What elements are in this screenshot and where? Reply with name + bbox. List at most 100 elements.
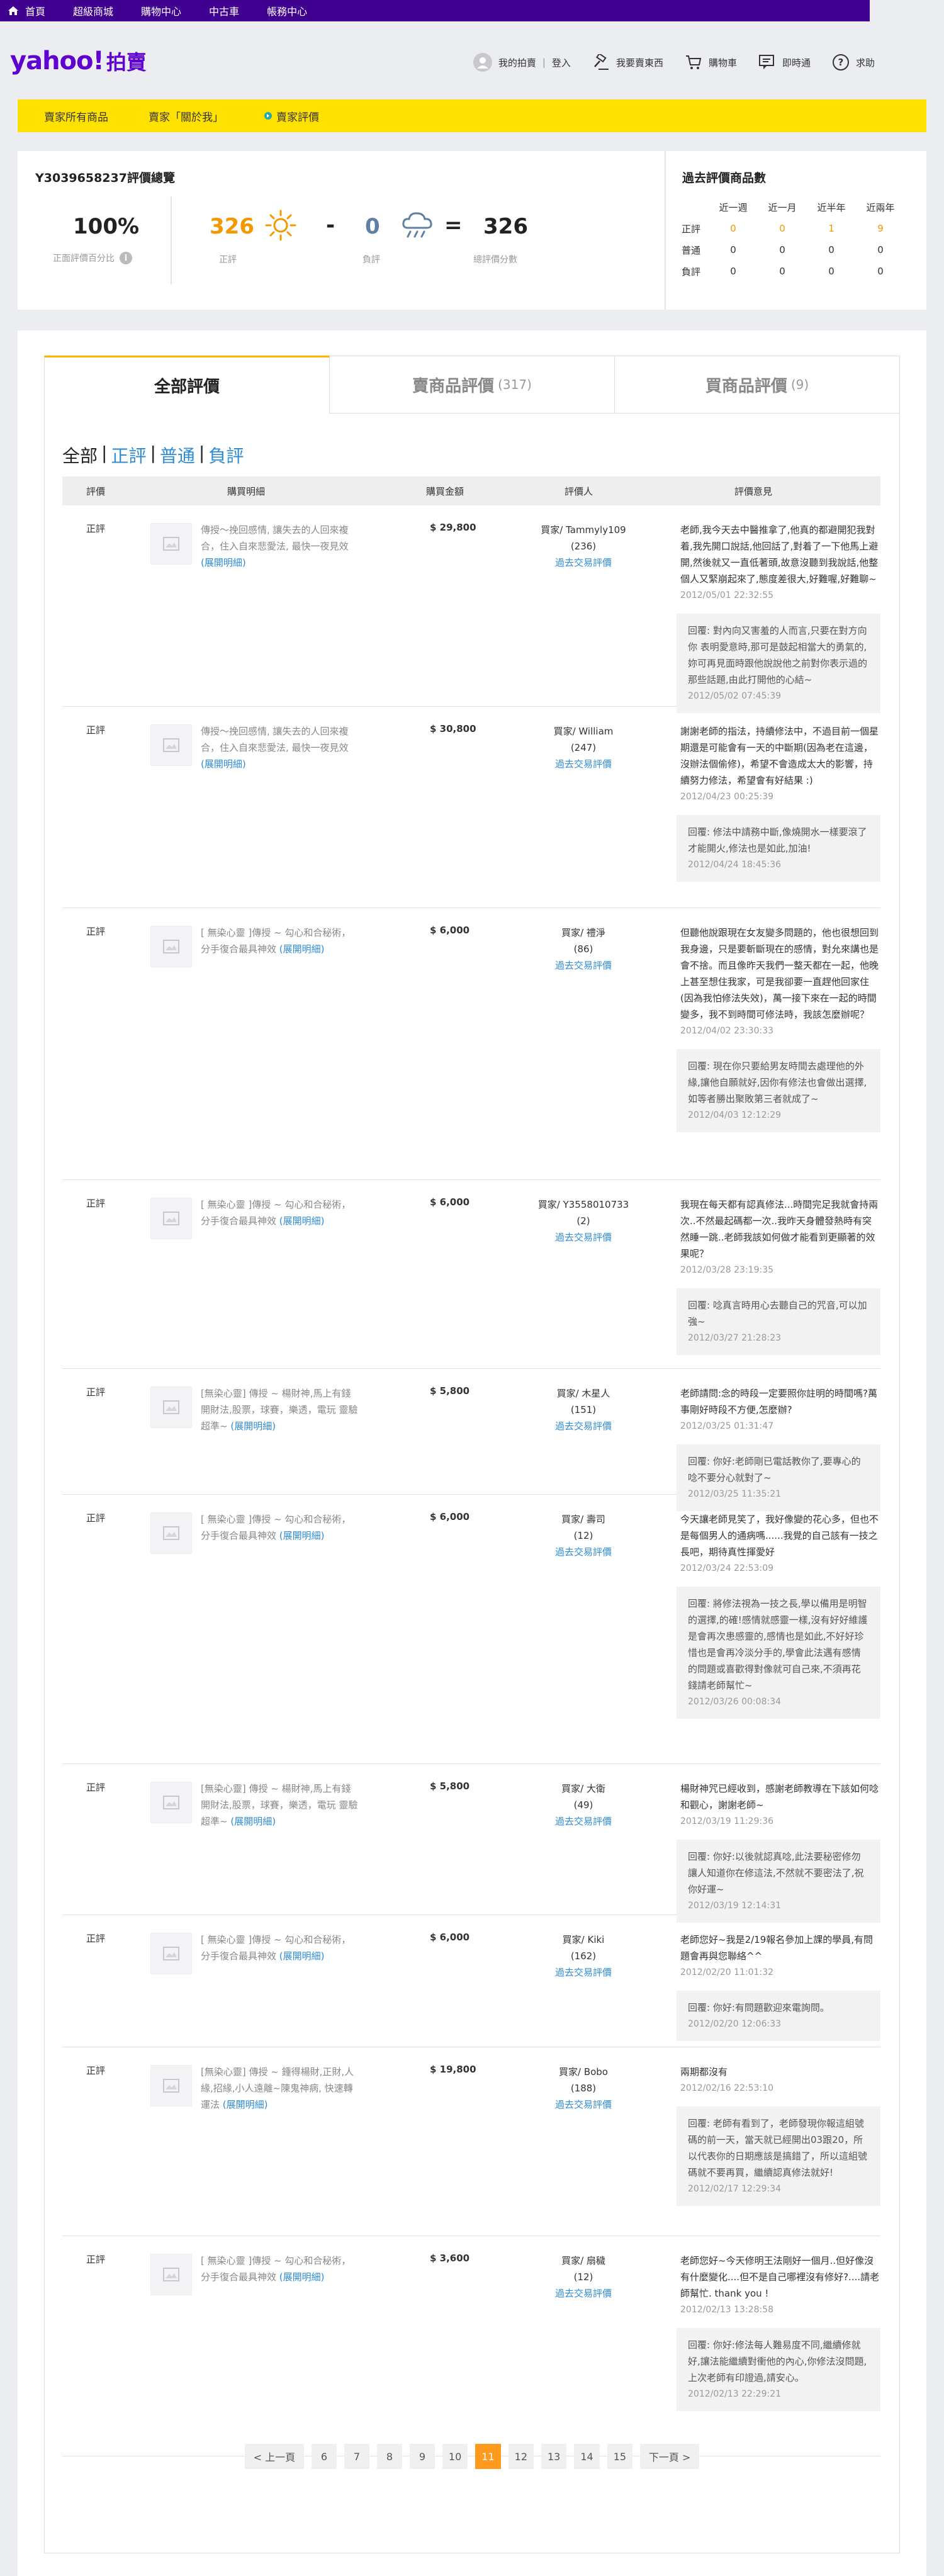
expand-detail-link[interactable]: (展開明細)	[230, 1420, 276, 1432]
tab-buyer-ratings[interactable]: 買商品評價 (9)	[615, 356, 900, 413]
sun-icon	[265, 210, 296, 241]
item-thumbnail[interactable]	[150, 523, 192, 565]
rater-name[interactable]: 買家/ 木星人	[515, 1385, 651, 1402]
filter-negative[interactable]: 負評	[208, 442, 244, 468]
item-thumbnail[interactable]	[150, 1512, 192, 1554]
page-button[interactable]: 11	[475, 2444, 501, 2469]
expand-detail-link[interactable]: (展開明細)	[279, 1530, 325, 1541]
past-transactions-link[interactable]: 過去交易評價	[555, 1816, 612, 1827]
reply-date: 2012/04/03 12:12:29	[688, 1110, 782, 1120]
filter-neutral[interactable]: 普通	[160, 442, 195, 468]
active-dot-icon	[264, 112, 272, 120]
past-transactions-link[interactable]: 過去交易評價	[555, 1420, 612, 1432]
past-transactions-link[interactable]: 過去交易評價	[555, 2288, 612, 2299]
topbar-billing[interactable]: 帳務中心	[267, 3, 307, 18]
past-transactions-link[interactable]: 過去交易評價	[555, 1232, 612, 1243]
item-thumbnail[interactable]	[150, 926, 192, 967]
page-button[interactable]: 7	[344, 2444, 369, 2469]
expand-detail-link[interactable]: (展開明細)	[279, 1950, 325, 1962]
topbar-home[interactable]: 首頁	[8, 3, 45, 18]
rater-name[interactable]: 買家/ 大衛	[515, 1780, 651, 1797]
history-header: 近一月	[768, 201, 797, 213]
page-button[interactable]: 8	[376, 2444, 402, 2469]
svg-text:?: ?	[838, 57, 844, 68]
rater-name[interactable]: 買家/ 扇穢	[515, 2253, 651, 2269]
rater-name[interactable]: 買家/ 禮淨	[515, 925, 651, 941]
expand-detail-link[interactable]: (展開明細)	[279, 1215, 325, 1227]
expand-detail-link[interactable]: (展開明細)	[279, 2271, 325, 2283]
rater-name[interactable]: 買家/ Kiki	[515, 1932, 651, 1948]
item-thumbnail[interactable]	[150, 1782, 192, 1823]
item-thumbnail[interactable]	[150, 724, 192, 766]
expand-detail-link[interactable]: (展開明細)	[223, 2099, 268, 2110]
item-thumbnail[interactable]	[150, 2254, 192, 2295]
subnav-all-products[interactable]: 賣家所有商品	[44, 108, 108, 124]
next-page-button[interactable]: 下一頁 >	[640, 2444, 700, 2469]
filter-positive[interactable]: 正評	[111, 442, 146, 468]
item-detail: 傳授～挽回感情, 讓失去的人回來複合，住入自來悲愛法, 最快一夜見效 (展開明細…	[201, 723, 358, 772]
rater-name[interactable]: 買家/ William	[515, 723, 651, 740]
image-placeholder-icon	[163, 940, 179, 953]
rater-count: (247)	[570, 742, 597, 753]
past-transactions-link[interactable]: 過去交易評價	[555, 960, 612, 971]
rater-name[interactable]: 買家/ Bobo	[515, 2064, 651, 2080]
item-title: 傳授～挽回感情, 讓失去的人回來複合，住入自來悲愛法, 最快一夜見效	[201, 524, 349, 552]
total-score: 326	[483, 214, 528, 239]
filter-all[interactable]: 全部	[62, 442, 98, 468]
tab-all-ratings[interactable]: 全部評價	[44, 356, 330, 413]
item-thumbnail[interactable]	[150, 1933, 192, 1974]
my-auction-link[interactable]: 我的拍賣	[498, 56, 536, 69]
comment-date: 2012/02/20 11:01:32	[680, 1967, 774, 1977]
expand-detail-link[interactable]: (展開明細)	[201, 557, 246, 568]
expand-detail-link[interactable]: (展開明細)	[230, 1816, 276, 1827]
page-button[interactable]: 12	[508, 2444, 534, 2469]
subnav-ratings-label: 賣家評價	[276, 111, 319, 124]
rater-name[interactable]: 買家/ Tammyly109	[515, 522, 651, 538]
rating-type: 正評	[86, 1933, 106, 1944]
rater-count: (188)	[570, 2083, 597, 2094]
positive-count: 326	[210, 214, 254, 239]
page-button[interactable]: 14	[574, 2444, 600, 2469]
item-thumbnail[interactable]	[150, 1198, 192, 1239]
login-link[interactable]: 登入	[552, 56, 571, 69]
messenger-link[interactable]: 即時通	[758, 54, 811, 70]
cart-link[interactable]: 購物車	[685, 54, 737, 70]
info-icon[interactable]: i	[120, 252, 132, 264]
topbar-superstore[interactable]: 超級商城	[73, 3, 113, 18]
past-transactions-link[interactable]: 過去交易評價	[555, 1967, 612, 1978]
page-button[interactable]: 13	[541, 2444, 567, 2469]
rating-type: 正評	[86, 2065, 106, 2076]
table-row: 正評 [ 無染心靈 ]傳授 ~ 勾心和合秘術，分手復合最具神效 (展開明細) $…	[62, 1915, 880, 2047]
rater-name[interactable]: 買家/ Y3558010733	[515, 1196, 651, 1213]
past-transactions-link[interactable]: 過去交易評價	[555, 557, 612, 568]
seller-reply: 回覆: 你好:修法每人難易度不同,繼續修就好,讓法能繼續對衝他的內心,你修法沒問…	[677, 2328, 880, 2411]
help-link[interactable]: ? 求助	[832, 53, 875, 71]
rating-type: 正評	[86, 523, 106, 534]
subnav-about-me[interactable]: 賣家「關於我」	[149, 108, 223, 124]
prev-page-button[interactable]: < 上一頁	[244, 2444, 304, 2469]
rater-name[interactable]: 買家/ 壽司	[515, 1511, 651, 1527]
tab-seller-ratings[interactable]: 賣商品評價 (317)	[330, 356, 615, 413]
reply-date: 2012/02/20 12:06:33	[688, 2019, 782, 2029]
subnav-ratings[interactable]: 賣家評價	[264, 108, 319, 124]
topbar-mall[interactable]: 購物中心	[141, 3, 181, 18]
expand-detail-link[interactable]: (展開明細)	[279, 943, 325, 955]
rating-comment: 老師您好~我是2/19報名參加上課的學員,有問題會再與您聯絡^^ 2012/02…	[677, 1932, 880, 2041]
table-row: 正評 [無染心靈] 傳授 ~ 楊財神,馬上有錢開財法,股票，球賽，樂透，電玩 靈…	[62, 1369, 880, 1511]
expand-detail-link[interactable]: (展開明細)	[201, 758, 246, 770]
rating-comment: 謝謝老師的指法，持續修法中，不過目前一個星期還是可能會有一天的中斷期(因為老在這…	[677, 723, 880, 882]
item-thumbnail[interactable]	[150, 1386, 192, 1428]
page-button[interactable]: 15	[607, 2444, 633, 2469]
topbar-used-car[interactable]: 中古車	[209, 3, 239, 18]
item-thumbnail[interactable]	[150, 2065, 192, 2106]
past-transactions-link[interactable]: 過去交易評價	[555, 2099, 612, 2110]
page-button[interactable]: 10	[442, 2444, 468, 2469]
past-transactions-link[interactable]: 過去交易評價	[555, 758, 612, 770]
page-button[interactable]: 9	[409, 2444, 435, 2469]
rating-comment: 但聽他說跟現在女友變多問題的，他也很想回到我身邊，只是要斬斷現在的感情，對允來講…	[677, 925, 880, 1132]
pagination: < 上一頁 6 7 8 9 10 11 12 13 14 15 下一頁 >	[18, 2444, 926, 2469]
yahoo-auction-logo[interactable]: yahoo! 拍賣	[10, 47, 147, 76]
sell-link[interactable]: 我要賣東西	[592, 54, 663, 70]
past-transactions-link[interactable]: 過去交易評價	[555, 1546, 612, 1558]
page-button[interactable]: 6	[311, 2444, 337, 2469]
